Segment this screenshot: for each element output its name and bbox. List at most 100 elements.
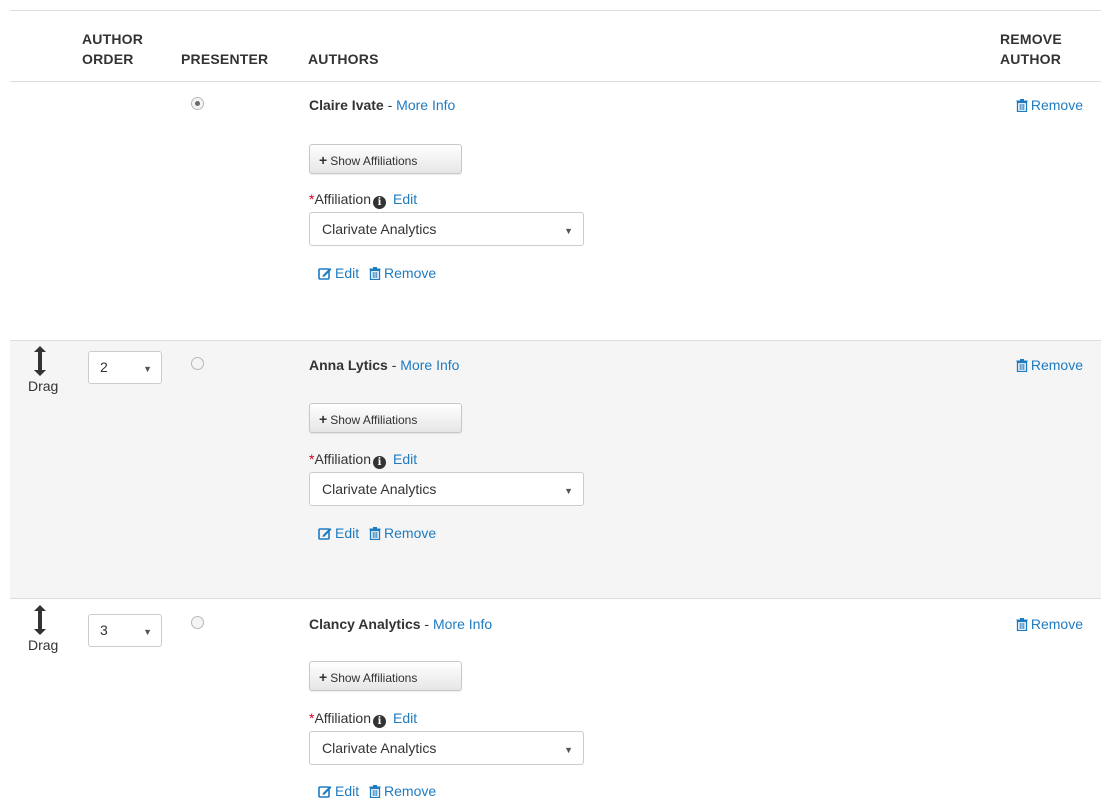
more-info-link[interactable]: More Info — [433, 616, 492, 632]
author-heading: Claire Ivate - More Info — [309, 96, 455, 114]
affiliation-label: *Affiliation i Edit — [309, 450, 417, 469]
show-affiliations-label: Show Affiliations — [330, 154, 418, 168]
remove-label: Remove — [1030, 616, 1083, 632]
more-info-link[interactable]: More Info — [396, 97, 455, 113]
remove-author-label: Remove — [384, 525, 437, 541]
affiliation-select[interactable]: Clarivate Analytics ▼ — [309, 472, 584, 506]
author-heading: Anna Lytics - More Info — [309, 356, 459, 374]
presenter-radio[interactable] — [191, 357, 204, 370]
affiliation-select[interactable]: Clarivate Analytics ▼ — [309, 731, 584, 765]
header-remove-author-line1: REMOVE — [1000, 31, 1062, 47]
affiliation-select[interactable]: Clarivate Analytics ▼ — [309, 212, 584, 246]
header-presenter: PRESENTER — [181, 51, 269, 67]
authors-table: AUTHOR ORDER PRESENTER AUTHORS REMOVE AU… — [0, 0, 1101, 801]
edit-author-label: Edit — [335, 783, 360, 799]
affiliation-selected-value: Clarivate Analytics — [322, 481, 437, 497]
header-remove-author: REMOVE AUTHOR — [1000, 29, 1062, 69]
header-author-order-line2: ORDER — [82, 51, 134, 67]
drag-label: Drag — [28, 637, 59, 653]
drag-vertical-icon — [34, 605, 46, 635]
affiliation-edit-link[interactable]: Edit — [393, 710, 417, 726]
affiliation-edit-link[interactable]: Edit — [393, 451, 417, 467]
author-order-value: 3 — [100, 622, 108, 638]
info-icon[interactable]: i — [373, 196, 387, 209]
edit-icon — [318, 268, 332, 280]
table-header: AUTHOR ORDER PRESENTER AUTHORS REMOVE AU… — [10, 10, 1101, 82]
author-name: Anna Lytics — [309, 357, 388, 373]
edit-author-link[interactable]: Edit — [318, 525, 363, 541]
edit-icon — [318, 528, 332, 540]
trash-icon — [369, 785, 381, 798]
trash-icon — [1016, 99, 1028, 112]
author-row-2: Drag 2 ▼ Anna Lytics - More Info + Show A… — [10, 340, 1101, 599]
plus-icon: + — [319, 669, 328, 685]
edit-icon — [318, 786, 332, 798]
author-separator: - — [383, 97, 397, 113]
header-authors: AUTHORS — [308, 51, 379, 67]
trash-icon — [1016, 359, 1028, 372]
affiliation-label-text: Affiliation — [314, 710, 372, 726]
caret-down-icon: ▼ — [143, 627, 152, 637]
caret-down-icon: ▼ — [143, 364, 152, 374]
show-affiliations-label: Show Affiliations — [330, 671, 418, 685]
remove-author-column-link[interactable]: Remove — [1016, 356, 1083, 374]
plus-icon: + — [319, 152, 328, 168]
remove-author-column-link[interactable]: Remove — [1016, 615, 1083, 633]
affiliation-selected-value: Clarivate Analytics — [322, 221, 437, 237]
header-author-order: AUTHOR ORDER — [82, 29, 143, 69]
remove-author-label: Remove — [384, 783, 437, 799]
remove-label: Remove — [1030, 97, 1083, 113]
author-heading: Clancy Analytics - More Info — [309, 615, 492, 633]
author-separator: - — [387, 357, 401, 373]
author-name: Claire Ivate — [309, 97, 384, 113]
caret-down-icon: ▼ — [564, 486, 573, 496]
edit-author-link[interactable]: Edit — [318, 265, 363, 281]
remove-author-column-link[interactable]: Remove — [1016, 96, 1083, 114]
drag-vertical-icon — [34, 346, 46, 376]
show-affiliations-button[interactable]: + Show Affiliations — [309, 661, 462, 691]
edit-author-link[interactable]: Edit — [318, 783, 363, 799]
trash-icon — [369, 527, 381, 540]
show-affiliations-label: Show Affiliations — [330, 413, 418, 427]
trash-icon — [369, 267, 381, 280]
presenter-radio[interactable] — [191, 616, 204, 629]
affiliation-label-text: Affiliation — [314, 451, 372, 467]
affiliation-label-text: Affiliation — [314, 191, 372, 207]
author-separator: - — [420, 616, 433, 632]
caret-down-icon: ▼ — [564, 226, 573, 236]
author-order-value: 2 — [100, 359, 108, 375]
affiliation-selected-value: Clarivate Analytics — [322, 740, 437, 756]
affiliation-label: *Affiliation i Edit — [309, 709, 417, 728]
affiliation-edit-link[interactable]: Edit — [393, 191, 417, 207]
edit-author-label: Edit — [335, 525, 360, 541]
author-actions: Edit Remove — [318, 524, 436, 542]
remove-author-link[interactable]: Remove — [369, 265, 436, 281]
author-name: Clancy Analytics — [309, 616, 421, 632]
drag-label: Drag — [28, 378, 59, 394]
header-author-order-line1: AUTHOR — [82, 31, 144, 47]
edit-author-label: Edit — [335, 265, 360, 281]
remove-author-link[interactable]: Remove — [369, 525, 436, 541]
more-info-link[interactable]: More Info — [400, 357, 459, 373]
drag-handle[interactable]: Drag — [28, 346, 78, 394]
author-order-select[interactable]: 2 ▼ — [88, 351, 162, 384]
info-icon[interactable]: i — [373, 456, 387, 469]
author-order-select[interactable]: 3 ▼ — [88, 614, 162, 647]
affiliation-label: *Affiliation i Edit — [309, 190, 417, 209]
header-remove-author-line2: AUTHOR — [1000, 51, 1062, 67]
author-actions: Edit Remove — [318, 264, 436, 282]
presenter-radio[interactable] — [191, 97, 204, 110]
show-affiliations-button[interactable]: + Show Affiliations — [309, 403, 462, 433]
plus-icon: + — [319, 411, 328, 427]
remove-label: Remove — [1030, 357, 1083, 373]
author-row-3: Drag 3 ▼ Clancy Analytics - More Info + S… — [10, 600, 1101, 801]
remove-author-link[interactable]: Remove — [369, 783, 436, 799]
trash-icon — [1016, 618, 1028, 631]
remove-author-label: Remove — [384, 265, 437, 281]
author-row-1: Claire Ivate - More Info + Show Affiliati… — [10, 82, 1101, 340]
drag-handle[interactable]: Drag — [28, 605, 78, 653]
caret-down-icon: ▼ — [564, 745, 573, 755]
info-icon[interactable]: i — [373, 715, 387, 728]
show-affiliations-button[interactable]: + Show Affiliations — [309, 144, 462, 174]
author-actions: Edit Remove — [318, 782, 436, 800]
